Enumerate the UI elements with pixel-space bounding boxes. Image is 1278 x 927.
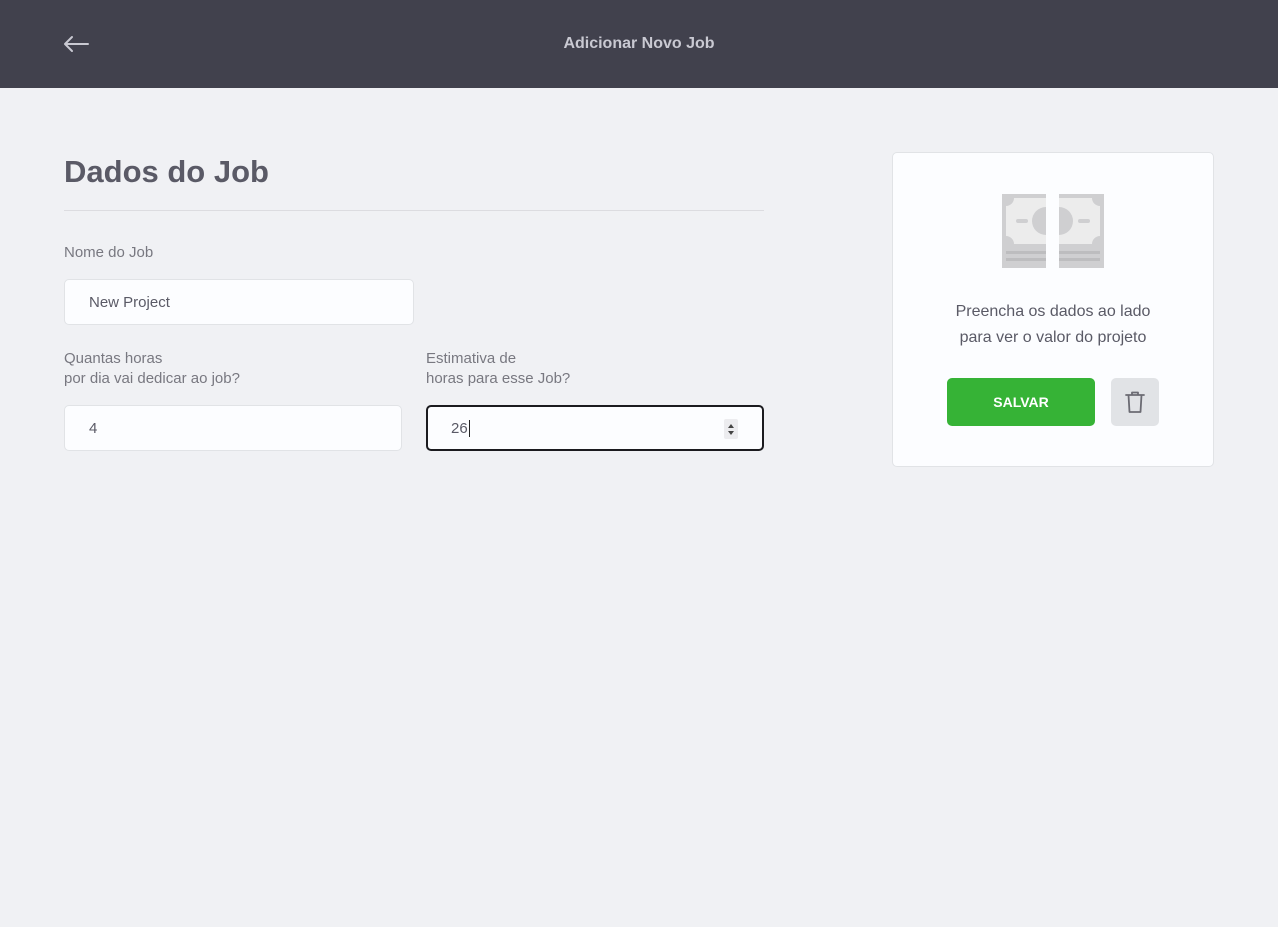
page-title: Adicionar Novo Job: [563, 35, 715, 52]
summary-card: Preencha os dados ao lado para ver o val…: [892, 152, 1214, 467]
total-hours-value: 26: [451, 419, 468, 437]
job-name-input[interactable]: New Project: [64, 279, 414, 325]
delete-button[interactable]: [1111, 378, 1159, 426]
trash-icon: [1125, 391, 1145, 413]
job-name-value: New Project: [89, 293, 170, 311]
total-hours-label: Estimativa de horas para esse Job?: [426, 349, 570, 389]
spinner-up-icon[interactable]: [728, 423, 734, 428]
spinner-down-icon[interactable]: [728, 430, 734, 435]
card-message-line1: Preencha os dados ao lado: [955, 303, 1151, 320]
daily-hours-label-line1: Quantas horas: [64, 350, 163, 367]
money-icon: [1002, 194, 1104, 268]
card-message-line2: para ver o valor do projeto: [959, 329, 1147, 346]
section-title: Dados do Job: [64, 154, 269, 189]
number-spinner[interactable]: [724, 419, 738, 439]
total-hours-label-line1: Estimativa de: [426, 350, 517, 367]
daily-hours-label: Quantas horas por dia vai dedicar ao job…: [64, 349, 240, 389]
divider: [64, 210, 764, 211]
text-caret: [468, 419, 470, 437]
total-hours-input[interactable]: 26: [426, 405, 764, 451]
total-hours-label-line2: horas para esse Job?: [426, 370, 571, 387]
top-bar: Adicionar Novo Job: [0, 0, 1278, 88]
daily-hours-input[interactable]: 4: [64, 405, 402, 451]
daily-hours-value: 4: [89, 419, 98, 437]
card-message: Preencha os dados ao lado para ver o val…: [893, 299, 1213, 351]
daily-hours-label-line2: por dia vai dedicar ao job?: [64, 370, 240, 387]
job-name-label: Nome do Job: [64, 244, 154, 261]
save-button[interactable]: SALVAR: [947, 378, 1095, 426]
